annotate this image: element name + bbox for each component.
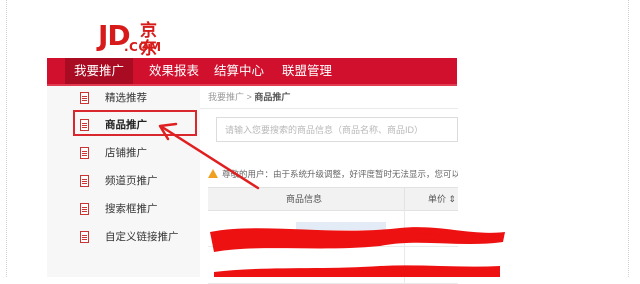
annotation-overlay: [158, 122, 505, 277]
redaction-scribble: [210, 227, 505, 277]
annotation-arrow: [158, 122, 260, 190]
